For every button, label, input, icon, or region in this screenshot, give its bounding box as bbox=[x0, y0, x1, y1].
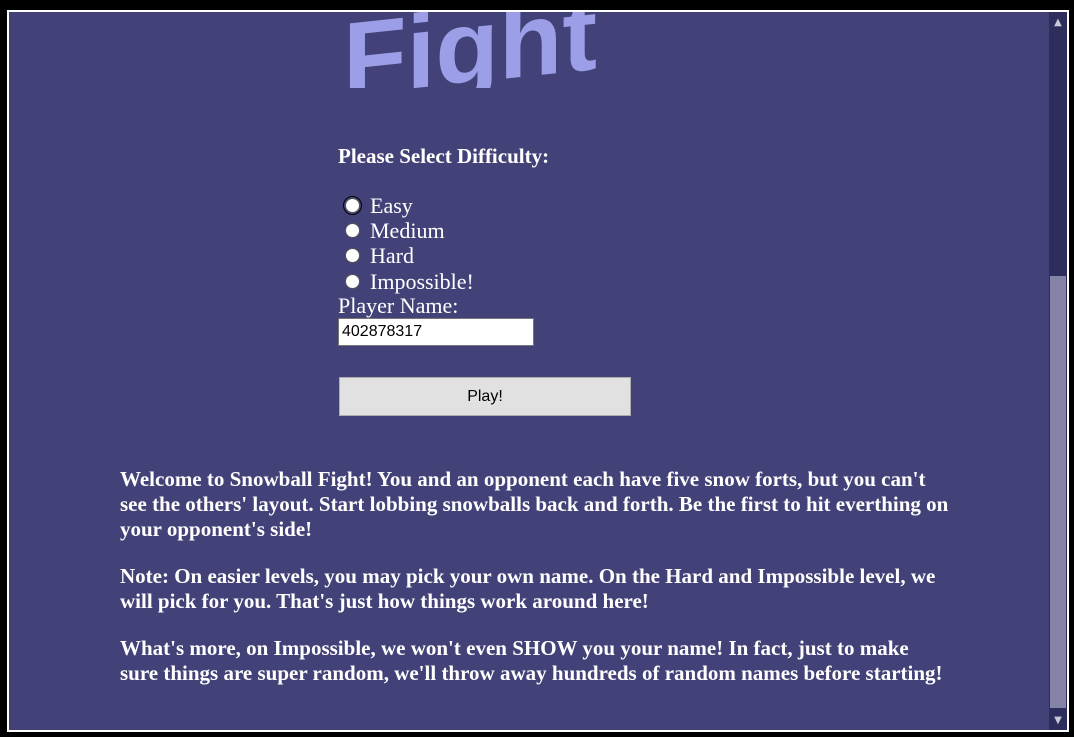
play-button-label: Play! bbox=[467, 387, 503, 405]
game-logo: Fight bbox=[339, 12, 619, 88]
radio-medium[interactable] bbox=[345, 223, 360, 238]
play-button[interactable]: Play! bbox=[339, 377, 631, 416]
impossible-paragraph: What's more, on Impossible, we won't eve… bbox=[120, 636, 943, 685]
player-name-input[interactable] bbox=[338, 318, 534, 346]
radio-impossible[interactable] bbox=[345, 274, 360, 289]
difficulty-option-medium[interactable]: Medium bbox=[345, 218, 445, 243]
radio-hard[interactable] bbox=[345, 248, 360, 263]
player-name-label: Player Name: bbox=[338, 293, 459, 318]
radio-label-medium: Medium bbox=[370, 217, 445, 243]
vertical-scrollbar[interactable]: ▲ ▼ bbox=[1049, 12, 1067, 730]
chevron-down-icon[interactable]: ▼ bbox=[1049, 710, 1067, 730]
radio-label-hard: Hard bbox=[370, 242, 414, 268]
note-paragraph: Note: On easier levels, you may pick you… bbox=[120, 564, 936, 613]
difficulty-option-hard[interactable]: Hard bbox=[345, 243, 414, 268]
difficulty-title: Please Select Difficulty: bbox=[338, 144, 550, 168]
scroll-thumb[interactable] bbox=[1050, 276, 1066, 708]
page-content: Fight Please Select Difficulty: Easy Med… bbox=[9, 12, 1049, 730]
difficulty-option-impossible[interactable]: Impossible! bbox=[345, 269, 474, 294]
difficulty-option-easy[interactable]: Easy bbox=[343, 192, 413, 218]
intro-paragraph: Welcome to Snowball Fight! You and an op… bbox=[120, 467, 949, 541]
radio-label-impossible: Impossible! bbox=[370, 268, 474, 294]
radio-easy[interactable] bbox=[343, 196, 362, 215]
chevron-up-icon[interactable]: ▲ bbox=[1049, 12, 1067, 32]
browser-window: Fight Please Select Difficulty: Easy Med… bbox=[7, 10, 1069, 732]
radio-label-easy: Easy bbox=[370, 192, 413, 218]
logo-text: Fight bbox=[343, 12, 597, 88]
